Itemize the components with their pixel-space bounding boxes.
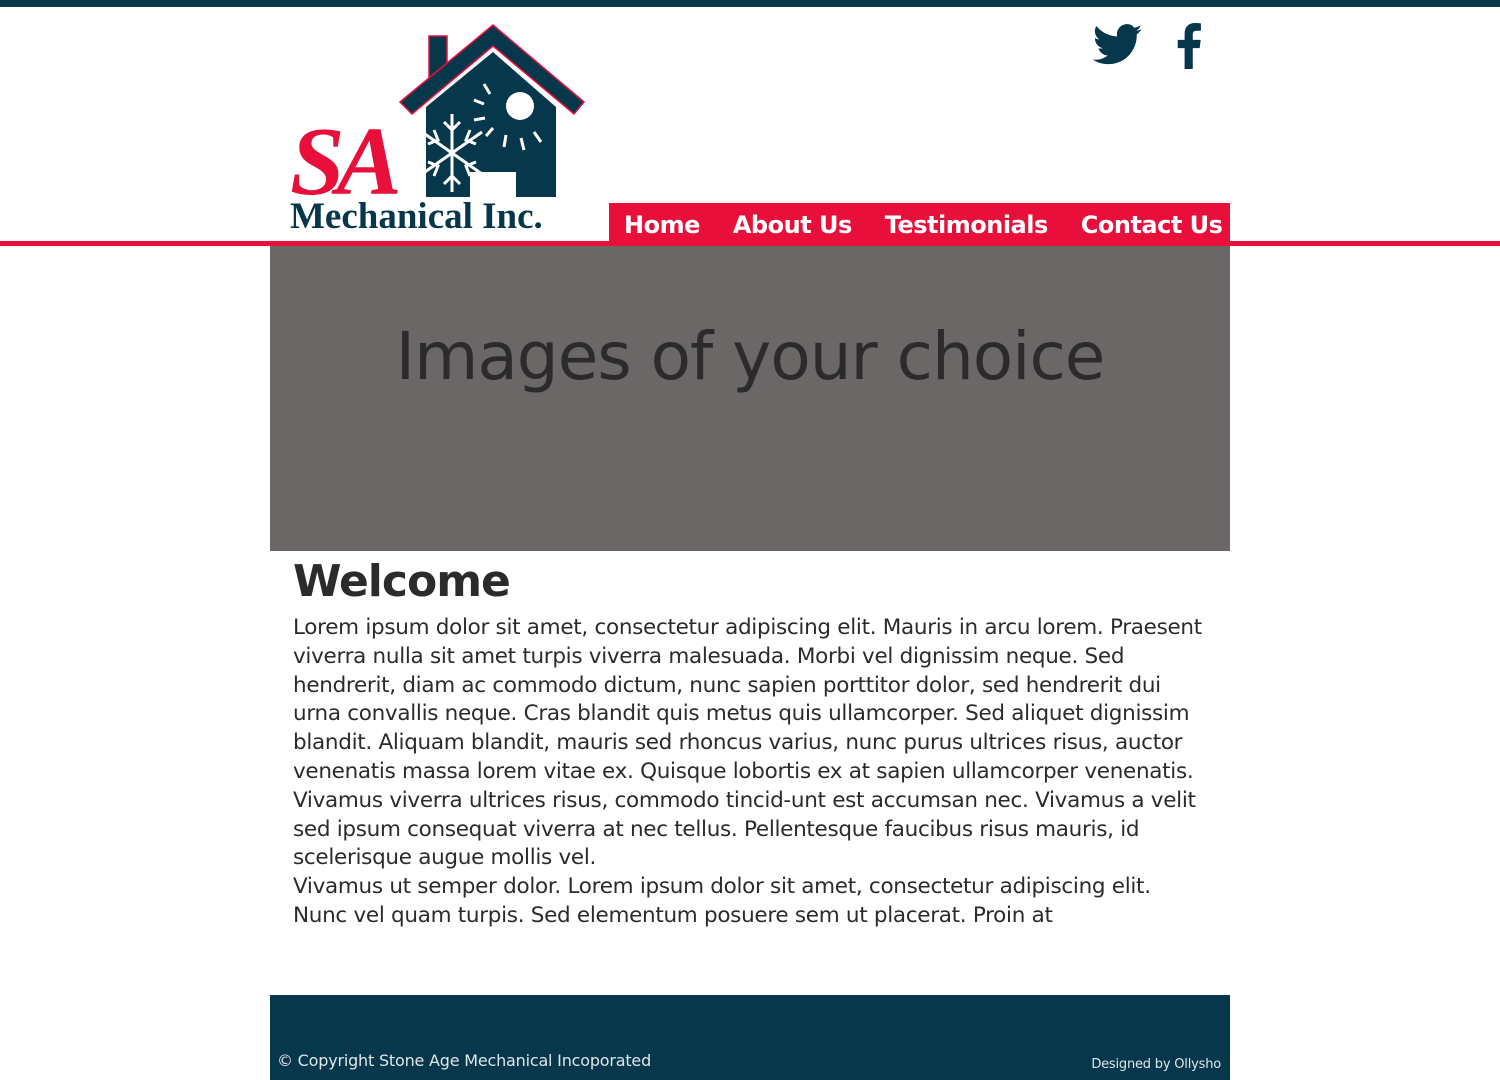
logo-caption: Mechanical Inc. [290,196,543,237]
facebook-link[interactable] [1172,22,1206,70]
nav-contact-us[interactable]: Contact Us [1081,211,1223,239]
copyright-text: © Copyright Stone Age Mechanical Incopor… [277,1051,652,1070]
welcome-paragraph: Vivamus ut semper dolor. Lorem ipsum dol… [293,874,1151,928]
nav-about-us[interactable]: About Us [733,211,852,239]
company-logo[interactable]: SA Mechanical Inc. [288,22,588,237]
twitter-bird-icon [1093,24,1143,65]
welcome-body: Lorem ipsum dolor sit amet, consectetur … [293,614,1208,931]
welcome-title: Welcome [293,556,511,607]
svg-text:SA: SA [290,108,399,197]
welcome-paragraph: Lorem ipsum dolor sit amet, consectetur … [293,615,1202,871]
banner-text: Images of your choice [395,318,1106,395]
house-snowflake-logo-icon: SA [290,24,586,197]
nav-testimonials[interactable]: Testimonials [885,211,1048,239]
twitter-link[interactable] [1092,22,1144,68]
main-nav: Home About Us Testimonials Contact Us [609,203,1230,246]
footer: © Copyright Stone Age Mechanical Incopor… [270,995,1230,1080]
hero-banner: Images of your choice [270,246,1230,551]
facebook-f-icon [1177,23,1201,69]
nav-home[interactable]: Home [624,211,700,239]
designer-credit: Designed by Ollysho [1091,1057,1221,1072]
top-bar [0,0,1500,7]
